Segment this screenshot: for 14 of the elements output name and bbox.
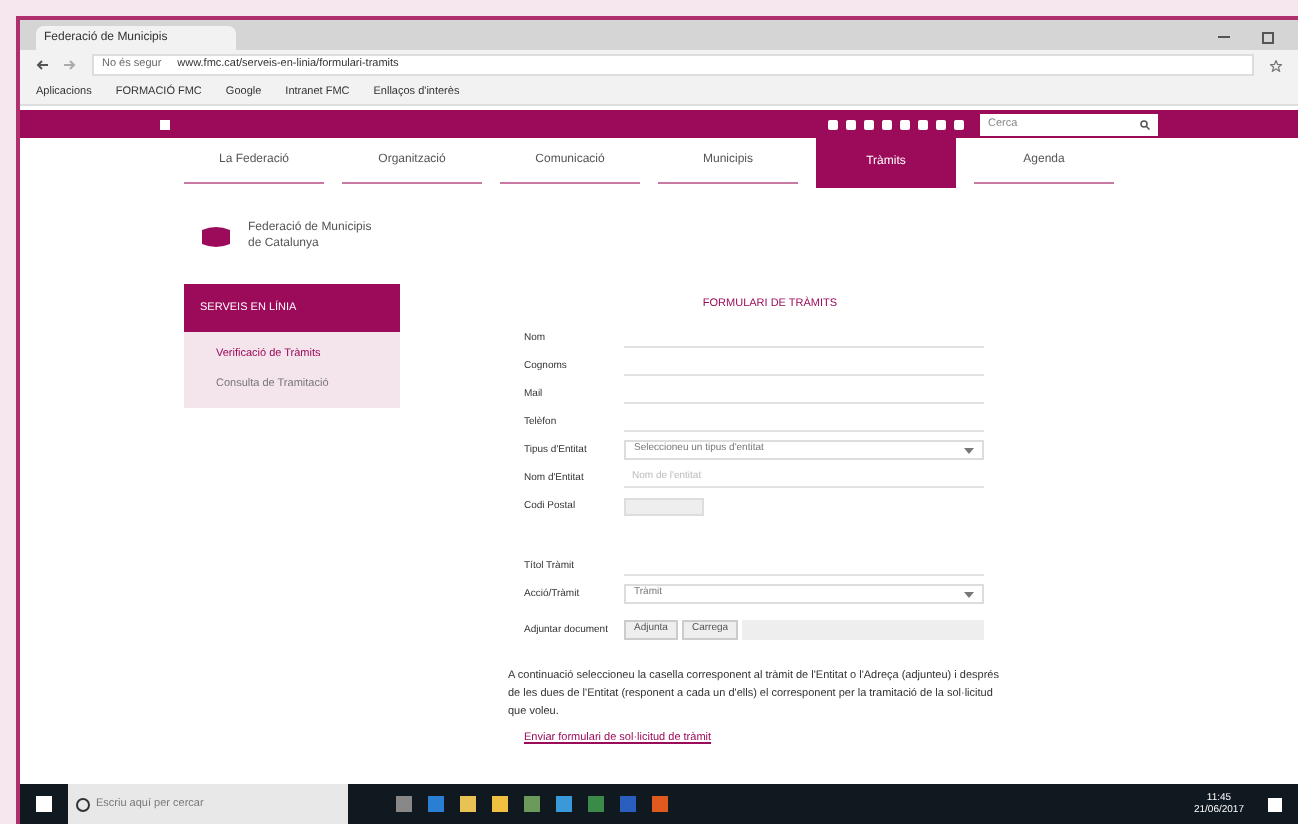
caret-icon: [964, 591, 974, 597]
text-field[interactable]: [624, 497, 704, 515]
home-icon[interactable]: [160, 119, 170, 129]
maximize-icon[interactable]: [1262, 32, 1274, 44]
search-icon[interactable]: [1140, 119, 1150, 129]
notification-icon[interactable]: [1268, 797, 1282, 811]
caret-icon: [964, 447, 974, 453]
forward-icon[interactable]: [64, 60, 76, 70]
task-view-icon[interactable]: [396, 796, 412, 812]
star-icon[interactable]: [1270, 59, 1282, 71]
windows-icon[interactable]: [36, 796, 52, 812]
back-icon[interactable]: [36, 60, 48, 70]
logo-icon: [200, 225, 232, 247]
minimize-icon[interactable]: [1218, 36, 1230, 38]
